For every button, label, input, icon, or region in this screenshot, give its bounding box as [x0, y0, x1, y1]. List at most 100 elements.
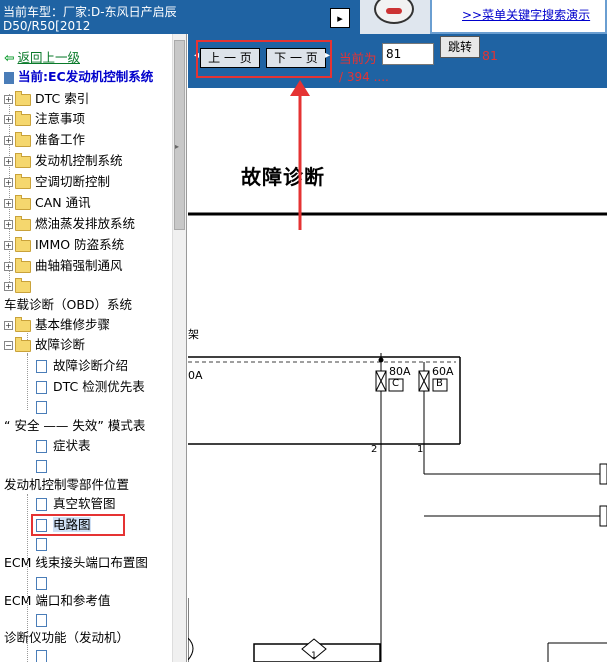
- tree-item-blank-doc[interactable]: [36, 397, 53, 417]
- current-page-number: 81: [482, 48, 498, 63]
- terminal-number-2: 2: [371, 444, 378, 455]
- document-icon: [36, 440, 47, 453]
- tree-item-ecm-terminal[interactable]: ECM 端口和参考值: [4, 591, 110, 611]
- folder-icon: [15, 316, 31, 332]
- document-icon: [36, 360, 47, 373]
- expand-plus-icon[interactable]: +: [4, 178, 13, 187]
- top-header-bar: 当前车型：厂家:D-东风日产启辰 D50/R50[2012 ▸ >>菜单关键字搜…: [0, 0, 607, 34]
- tree-item-consult[interactable]: 诊断仪功能（发动机）: [4, 628, 129, 648]
- fuse-letter-b: B: [436, 378, 443, 389]
- current-car-label: 当前车型：厂家:D-东风日产启辰: [3, 5, 177, 19]
- tree-item-pcv[interactable]: + 曲轴箱强制通风: [4, 256, 123, 276]
- tree-item-vacuum-hose[interactable]: 真空软管图: [36, 494, 116, 514]
- tree-item-engine-control[interactable]: + 发动机控制系统: [4, 151, 123, 171]
- connector-arrow-1: [599, 463, 607, 485]
- folder-icon: [15, 277, 31, 293]
- folder-icon: [15, 257, 31, 273]
- page-number-input[interactable]: [382, 43, 434, 65]
- expand-plus-icon[interactable]: +: [4, 157, 13, 166]
- tree-guide-line: [27, 354, 28, 410]
- expand-plus-icon[interactable]: +: [4, 262, 13, 271]
- folder-open-icon: [15, 336, 31, 352]
- nav-buttons-highlight: [196, 40, 332, 78]
- document-icon: [36, 650, 47, 662]
- folder-icon: [15, 194, 31, 210]
- wiring-diagram-highlight: [31, 514, 125, 536]
- tree-item-trouble-intro[interactable]: 故障诊断介绍: [36, 356, 128, 376]
- tree-item-symptom[interactable]: 症状表: [36, 436, 91, 456]
- expand-plus-icon[interactable]: +: [4, 282, 13, 291]
- fuse-letter-c: C: [392, 378, 399, 389]
- tree-item-dtc-priority[interactable]: DTC 检测优先表: [36, 377, 145, 397]
- panel-toggle-button[interactable]: ▸: [330, 8, 350, 28]
- scrollbar-grip-icon: ▸: [175, 142, 180, 151]
- current-node-icon: [4, 71, 14, 84]
- tree-item-trouble-diagnosis[interactable]: − 故障诊断: [4, 335, 85, 355]
- tree-item-basic-inspection[interactable]: + 基本维修步骤: [4, 315, 110, 335]
- tree-item-preparation[interactable]: + 准备工作: [4, 130, 85, 150]
- folder-icon: [15, 215, 31, 231]
- expand-plus-icon[interactable]: +: [4, 241, 13, 250]
- tree-item-component-location[interactable]: 发动机控制零部件位置: [4, 475, 129, 495]
- tree-item-precautions[interactable]: + 注意事项: [4, 109, 85, 129]
- total-pages: / 394 ....: [339, 70, 389, 84]
- back-link[interactable]: 返回上一级: [17, 50, 80, 65]
- tree-item-ecm-harness[interactable]: ECM 线束接头端口布置图: [4, 553, 148, 573]
- document-icon: [36, 498, 47, 511]
- tree-item-blank-doc[interactable]: [36, 610, 53, 630]
- expand-plus-icon[interactable]: +: [4, 220, 13, 229]
- document-icon: [36, 538, 47, 551]
- search-demo-link[interactable]: >>菜单关键字搜索演示: [462, 6, 590, 23]
- tree-item-can[interactable]: + CAN 通讯: [4, 193, 91, 213]
- document-view: 故障诊断 架 0A 80A 60A C B 2 1 1: [188, 88, 607, 662]
- fuse-80a-label: 80A: [389, 365, 411, 378]
- tree-item-blank-doc[interactable]: [36, 573, 53, 593]
- folder-icon: [15, 173, 31, 189]
- frame-label: 架: [188, 328, 199, 341]
- expand-plus-icon[interactable]: +: [4, 199, 13, 208]
- back-arrow-icon: ⇦: [4, 50, 15, 65]
- tree-item-fail-safe[interactable]: “ 安全 —— 失效” 模式表: [4, 416, 145, 436]
- tree-item-blank-doc[interactable]: [36, 534, 53, 554]
- tree-scrollbar[interactable]: ▸: [172, 34, 186, 662]
- tree-item-obd[interactable]: 车载诊断（OBD）系统: [4, 295, 132, 315]
- expand-plus-icon[interactable]: +: [4, 321, 13, 330]
- tree-item-obd-folder[interactable]: +: [4, 276, 35, 296]
- expand-plus-icon[interactable]: +: [4, 95, 13, 104]
- connector-arrow-2: [599, 505, 607, 527]
- document-icon: [36, 460, 47, 473]
- partial-symbol: [188, 637, 194, 661]
- junction-dot: [378, 357, 384, 363]
- fuse-fragment-label: 0A: [188, 369, 203, 382]
- current-page-label: 当前为: [339, 51, 377, 66]
- back-link-row[interactable]: ⇦ 返回上一级: [4, 48, 80, 68]
- expand-plus-icon[interactable]: +: [4, 115, 13, 124]
- terminal-number-1: 1: [417, 444, 424, 455]
- tree-item-ac-cut[interactable]: + 空调切断控制: [4, 172, 110, 192]
- folder-icon: [15, 131, 31, 147]
- mascot-mouth: [386, 8, 402, 14]
- mascot-image: [360, 0, 430, 34]
- document-icon: [36, 401, 47, 414]
- relay-number: 1: [311, 651, 317, 661]
- tree-item-dtc-index[interactable]: + DTC 索引: [4, 89, 89, 109]
- tree-item-immo[interactable]: + IMMO 防盗系统: [4, 235, 124, 255]
- tree-item-blank-doc[interactable]: [36, 646, 53, 662]
- expand-plus-icon[interactable]: +: [4, 136, 13, 145]
- document-icon: [36, 381, 47, 394]
- folder-icon: [15, 152, 31, 168]
- tree-item-blank-doc[interactable]: [36, 456, 53, 476]
- tree-scrollbar-thumb[interactable]: [174, 40, 185, 230]
- tree-item-evap[interactable]: + 燃油蒸发排放系统: [4, 214, 135, 234]
- folder-icon: [15, 90, 31, 106]
- jump-button[interactable]: 跳转: [440, 36, 480, 58]
- collapse-minus-icon[interactable]: −: [4, 341, 13, 350]
- navigation-tree-panel: ⇦ 返回上一级 当前:EC发动机控制系统 + DTC 索引 + 注意事项 + 准备工作 …: [0, 34, 187, 662]
- current-node-row[interactable]: 当前:EC发动机控制系统: [4, 67, 153, 87]
- folder-icon: [15, 236, 31, 252]
- current-car-model: D50/R50[2012: [3, 19, 91, 33]
- search-demo-box: >>菜单关键字搜索演示: [430, 0, 607, 34]
- current-node-label[interactable]: 当前:EC发动机控制系统: [18, 69, 153, 84]
- document-icon: [36, 577, 47, 590]
- fuse-60a-label: 60A: [432, 365, 454, 378]
